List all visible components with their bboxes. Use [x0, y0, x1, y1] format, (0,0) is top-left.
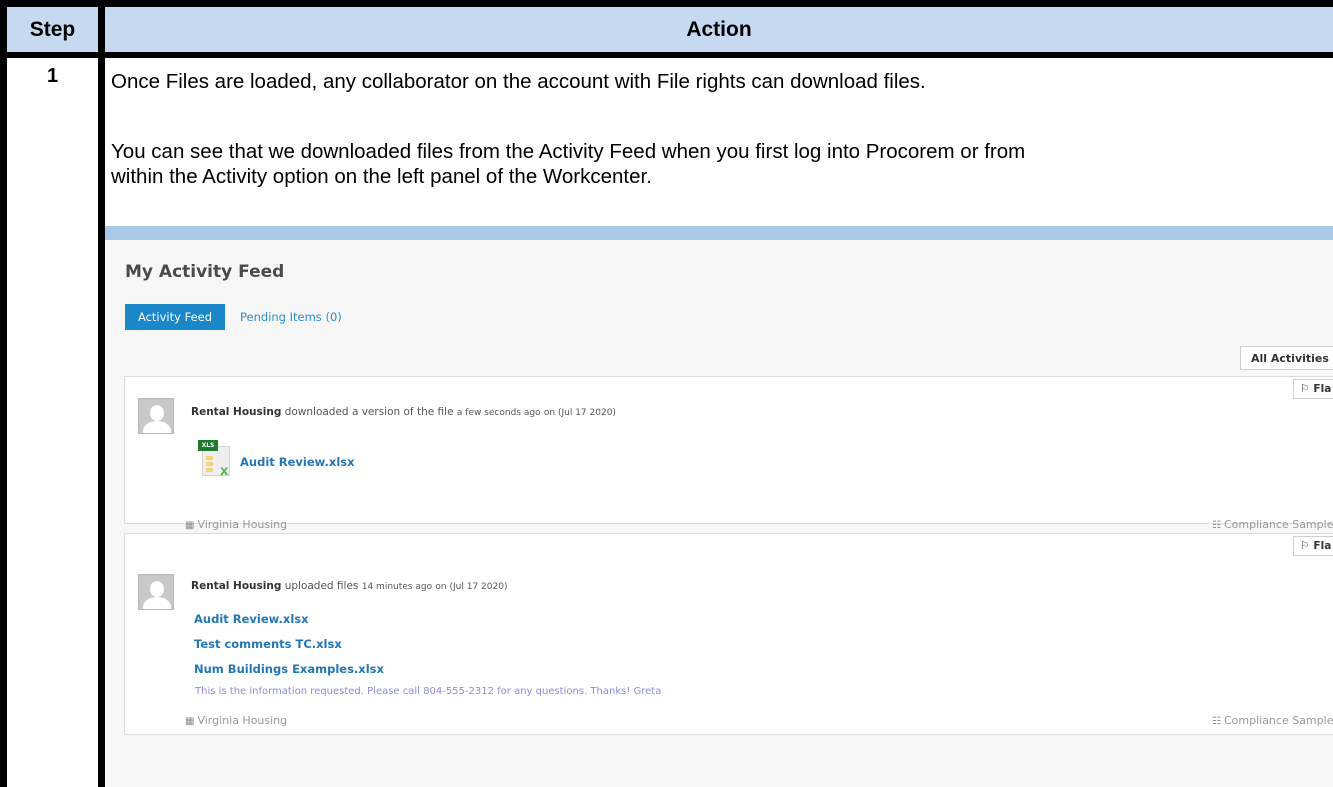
file-link[interactable]: Num Buildings Examples.xlsx [194, 662, 384, 676]
feed-title: My Activity Feed [125, 262, 285, 282]
flag-button[interactable]: ⚐ Fla [1293, 536, 1333, 556]
flag-button[interactable]: ⚐ Fla [1293, 379, 1333, 399]
avatar [138, 574, 174, 610]
activity-action: uploaded files [284, 580, 359, 592]
header-action: Action [105, 7, 1333, 52]
grid-icon: ☷ [1212, 716, 1221, 727]
activity-card: ⚐ Fla Rental Housing uploaded files 14 m… [124, 533, 1333, 735]
action-paragraph-2-line-1: You can see that we downloaded files fro… [111, 140, 1026, 163]
org-name: Virginia Housing [197, 518, 288, 531]
file-link[interactable]: Audit Review.xlsx [194, 612, 309, 626]
activity-actor[interactable]: Rental Housing [191, 406, 281, 418]
workcenter-name: Compliance Sample WorkCenter [1223, 518, 1333, 531]
file-link[interactable]: Audit Review.xlsx [240, 455, 355, 469]
activity-ago: a few seconds ago [456, 408, 541, 418]
file-type-badge: XLS [198, 440, 218, 451]
workcenter-link[interactable]: ☷Compliance Sample WorkCenter [1212, 518, 1333, 531]
activity-action: downloaded a version of the file [284, 406, 454, 418]
activity-description: Rental Housing uploaded files 14 minutes… [191, 580, 507, 592]
activity-card: ⚐ Fla Rental Housing downloaded a versio… [124, 376, 1333, 531]
action-paragraph-2: You can see that we downloaded files fro… [111, 139, 1331, 189]
app-top-bar [105, 226, 1333, 240]
activity-filter-dropdown[interactable]: All Activities [1240, 346, 1333, 370]
column-divider [98, 7, 105, 787]
step-number: 1 [46, 65, 59, 87]
org-name: Virginia Housing [197, 714, 288, 727]
instruction-table: Step Action 1 Once Files are loaded, any… [0, 0, 1333, 787]
activity-date: on (Jul 17 2020) [543, 408, 616, 418]
activity-note: This is the information requested. Pleas… [195, 686, 662, 697]
activity-description: Rental Housing downloaded a version of t… [191, 406, 616, 418]
activity-feed-screenshot: My Activity Feed Activity Feed Pending I… [105, 226, 1333, 787]
org-link[interactable]: ▦ Virginia Housing [185, 714, 287, 727]
building-icon: ▦ [185, 520, 195, 531]
activity-actor[interactable]: Rental Housing [191, 580, 281, 592]
flag-icon: ⚐ [1300, 383, 1310, 395]
grid-icon: ☷ [1212, 520, 1221, 531]
workcenter-link[interactable]: ☷Compliance Sample WorkCente [1212, 714, 1333, 727]
flag-label: Fla [1313, 383, 1332, 395]
file-link[interactable]: Test comments TC.xlsx [194, 637, 342, 651]
activity-date: on (Jul 17 2020) [435, 582, 508, 592]
tab-pending-items[interactable]: Pending Items (0) [240, 310, 342, 324]
activity-ago: 14 minutes ago [361, 582, 433, 592]
avatar [138, 398, 174, 434]
flag-label: Fla [1313, 540, 1332, 552]
tab-activity-feed[interactable]: Activity Feed [125, 304, 225, 330]
org-link[interactable]: ▦ Virginia Housing [185, 518, 287, 531]
header-divider [7, 52, 1333, 58]
header-step: Step [7, 7, 98, 52]
building-icon: ▦ [185, 716, 195, 727]
action-paragraph-1: Once Files are loaded, any collaborator … [111, 70, 926, 93]
flag-icon: ⚐ [1300, 540, 1310, 552]
action-paragraph-2-line-2: within the Activity option on the left p… [111, 165, 652, 188]
excel-file-icon: XLS x [198, 440, 234, 480]
workcenter-name: Compliance Sample WorkCente [1223, 714, 1333, 727]
